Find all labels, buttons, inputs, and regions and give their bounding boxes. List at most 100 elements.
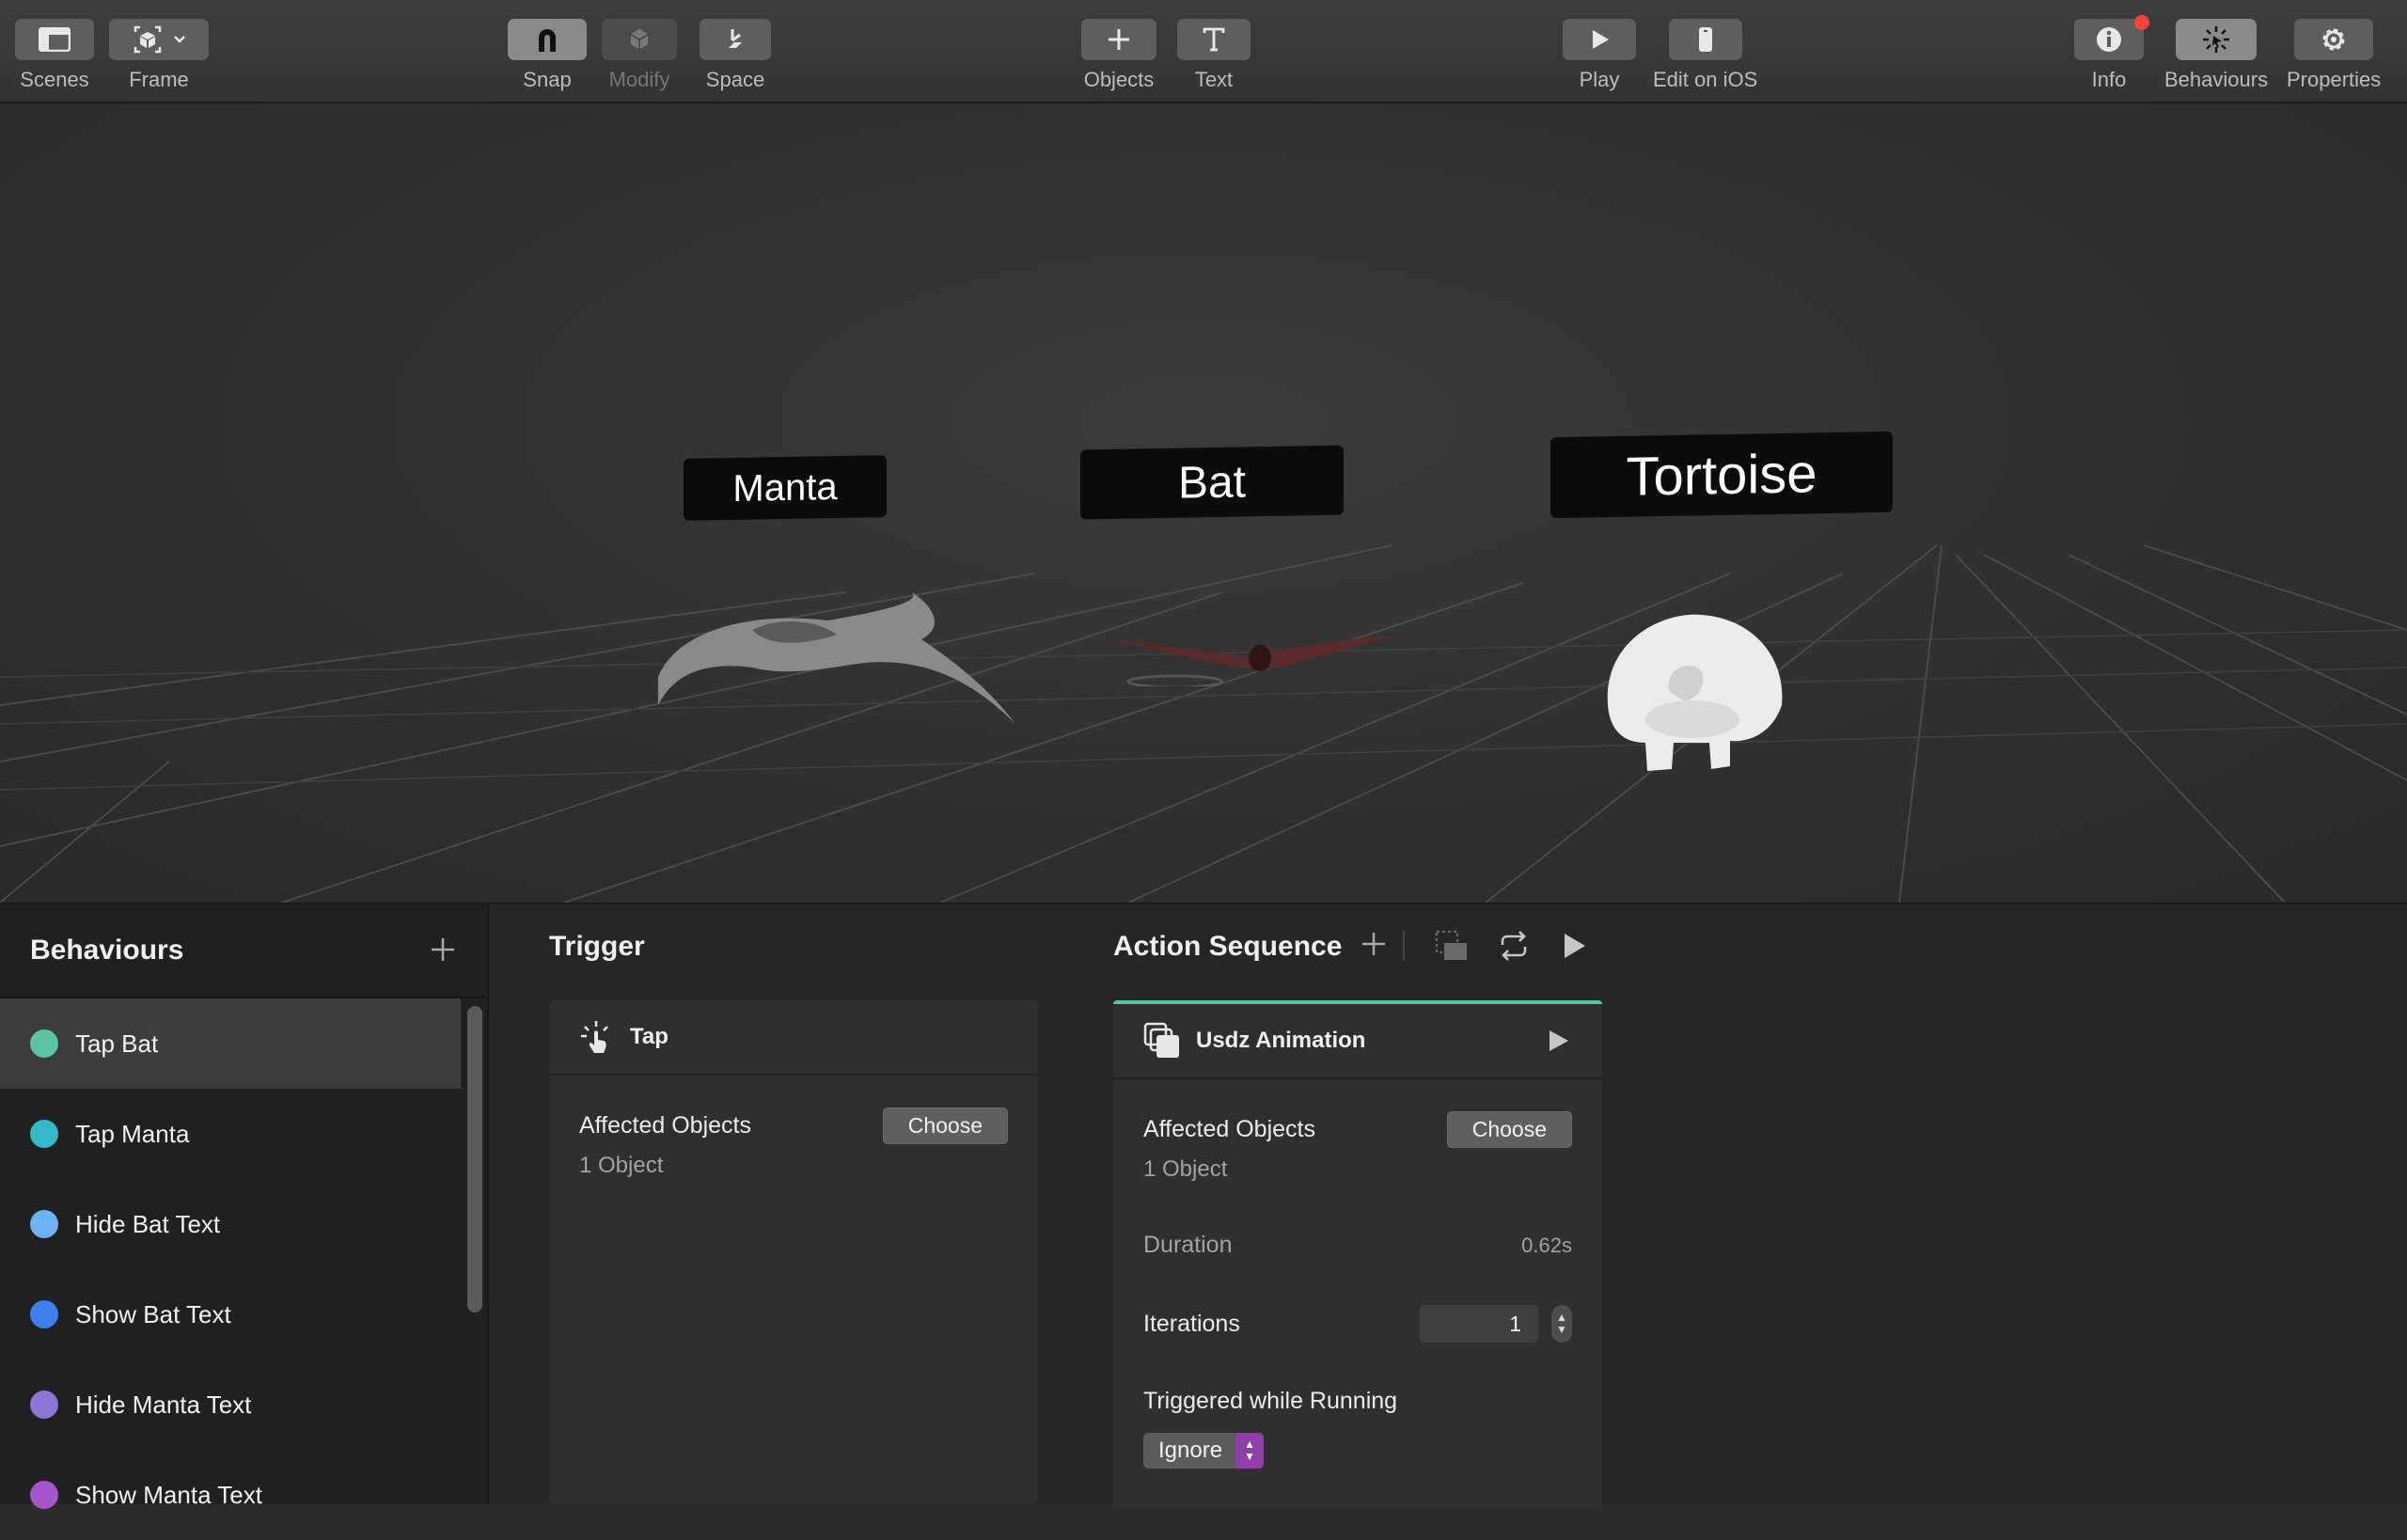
animation-icon [1143, 1022, 1179, 1058]
snap-button[interactable] [508, 19, 587, 60]
space-button[interactable] [700, 19, 771, 60]
trigger-card[interactable]: Tap Affected Objects Choose 1 Object [549, 1000, 1038, 1504]
tortoise-label[interactable]: Tortoise [1550, 431, 1893, 519]
scenes-tool[interactable]: Scenes [15, 19, 94, 92]
behaviour-editor: Behaviours Tap Bat Tap Manta Hide Bat Te… [0, 904, 2407, 1509]
add-behaviour-button[interactable] [429, 931, 457, 970]
sidebar-title: Behaviours [30, 935, 184, 966]
frame-cube-icon [134, 25, 162, 54]
behaviours-sidebar: Behaviours Tap Bat Tap Manta Hide Bat Te… [0, 904, 489, 1509]
behaviour-name: Hide Bat Text [75, 1209, 221, 1238]
action-choose-button[interactable]: Choose [1446, 1111, 1572, 1148]
frame-tool[interactable]: Frame [109, 19, 209, 92]
loop-icon[interactable] [1495, 928, 1533, 964]
trigger-choose-button[interactable]: Choose [882, 1108, 1008, 1144]
objects-button[interactable] [1081, 19, 1156, 60]
iterations-label: Iterations [1143, 1310, 1240, 1337]
info-tool[interactable]: Info [2074, 15, 2149, 92]
behaviour-item-tap-bat[interactable]: Tap Bat [0, 998, 461, 1089]
affected-objects-label: Affected Objects [579, 1112, 751, 1139]
duration-label: Duration [1143, 1232, 1233, 1258]
magnet-icon [539, 29, 556, 52]
behaviour-item-show-bat-text[interactable]: Show Bat Text [0, 1269, 461, 1359]
tap-gesture-icon [581, 1021, 608, 1053]
behaviour-item-hide-manta-text[interactable]: Hide Manta Text [0, 1359, 461, 1450]
bat-model[interactable] [1109, 611, 1410, 686]
behaviour-item-show-manta-text[interactable]: Show Manta Text [0, 1450, 461, 1540]
play-action-icon[interactable] [1544, 1027, 1572, 1055]
behaviour-color-dot [30, 1029, 58, 1058]
sidebar-header: Behaviours [0, 904, 487, 998]
sidebar-icon [39, 27, 71, 52]
duration-value[interactable]: 0.62s [1521, 1234, 1572, 1258]
tortoise-model[interactable] [1589, 602, 1796, 780]
iterations-field[interactable]: 1 [1420, 1305, 1538, 1343]
play-button[interactable] [1563, 19, 1636, 60]
space-icon [729, 29, 742, 48]
behaviour-item-tap-manta[interactable]: Tap Manta [0, 1089, 461, 1179]
toolbar-divider [1403, 931, 1405, 961]
behaviours-label: Behaviours [2164, 68, 2269, 91]
action-card-header: Usdz Animation [1113, 1004, 1602, 1079]
sidebar-scrollbar[interactable] [467, 1006, 482, 1312]
stepper-down-icon[interactable]: ▼ [1556, 1323, 1567, 1336]
play-sequence-icon[interactable] [1557, 928, 1589, 964]
edit-ios-tool[interactable]: Edit on iOS [1653, 19, 1757, 92]
behaviour-item-hide-bat-text[interactable]: Hide Bat Text [0, 1179, 461, 1269]
text-tool[interactable]: Text [1177, 19, 1251, 92]
properties-button[interactable] [2294, 19, 2374, 60]
action-card[interactable]: Usdz Animation Affected Objects Choose 1… [1113, 1000, 1602, 1508]
text-icon [1203, 27, 1225, 52]
text-button[interactable] [1177, 19, 1251, 60]
info-icon [2097, 27, 2121, 52]
action-type: Usdz Animation [1196, 1028, 1366, 1053]
tortoise-label-text: Tortoise [1626, 442, 1817, 508]
action-affected-count-row: 1 Object [1143, 1156, 1572, 1183]
bat-label[interactable]: Bat [1080, 445, 1344, 520]
popup-arrows-icon: ▲ ▼ [1235, 1433, 1265, 1469]
add-action-button[interactable] [1358, 928, 1390, 960]
phone-icon [1698, 27, 1712, 52]
triggered-while-running-select[interactable]: Ignore ▲ ▼ [1143, 1433, 1265, 1469]
trigger-affected-count-row: 1 Object [579, 1153, 1008, 1179]
duration-row: Duration 0.62s [1143, 1232, 1572, 1259]
chevron-down-icon [174, 36, 185, 43]
behaviour-name: Show Manta Text [75, 1480, 262, 1509]
group-actions-icon[interactable] [1433, 928, 1471, 964]
edit-ios-button[interactable] [1668, 19, 1742, 60]
behaviour-color-dot [30, 1120, 58, 1148]
iterations-stepper[interactable]: ▲ ▼ [1551, 1305, 1572, 1343]
trigger-card-header: Tap [549, 1000, 1038, 1076]
manta-model[interactable] [639, 574, 1015, 743]
bat-label-text: Bat [1177, 456, 1247, 509]
snap-label: Snap [523, 68, 572, 91]
play-label: Play [1579, 68, 1620, 91]
plus-icon [1109, 29, 1129, 50]
space-label: Space [705, 68, 765, 91]
play-icon [1593, 30, 1609, 49]
iterations-row: Iterations 1 ▲ ▼ [1143, 1305, 1572, 1343]
edit-ios-label: Edit on iOS [1653, 68, 1758, 91]
frame-button[interactable] [109, 19, 209, 60]
snap-tool[interactable]: Snap [508, 19, 587, 92]
space-tool[interactable]: Space [700, 19, 771, 92]
objects-label: Objects [1083, 68, 1155, 91]
scene-viewport[interactable]: Manta Bat Tortoise [0, 103, 2407, 904]
triggered-row: Triggered while Running [1143, 1388, 1572, 1415]
trigger-affected-row: Affected Objects Choose [579, 1108, 1008, 1144]
behaviour-name: Show Bat Text [75, 1299, 231, 1328]
behaviour-name: Hide Manta Text [75, 1390, 252, 1419]
manta-label-text: Manta [732, 465, 838, 510]
play-tool[interactable]: Play [1563, 19, 1636, 92]
modify-icon [631, 29, 648, 49]
behaviours-button[interactable] [2176, 19, 2258, 60]
info-button[interactable] [2074, 15, 2149, 60]
properties-tool[interactable]: Properties [2287, 19, 2381, 92]
behaviour-name: Tap Bat [75, 1029, 159, 1058]
behaviour-color-dot [30, 1300, 58, 1328]
manta-label[interactable]: Manta [684, 455, 887, 521]
scenes-button[interactable] [15, 19, 94, 60]
affected-objects-count: 1 Object [579, 1153, 664, 1178]
behaviours-tool[interactable]: Behaviours [2164, 19, 2268, 92]
objects-tool[interactable]: Objects [1081, 19, 1156, 92]
